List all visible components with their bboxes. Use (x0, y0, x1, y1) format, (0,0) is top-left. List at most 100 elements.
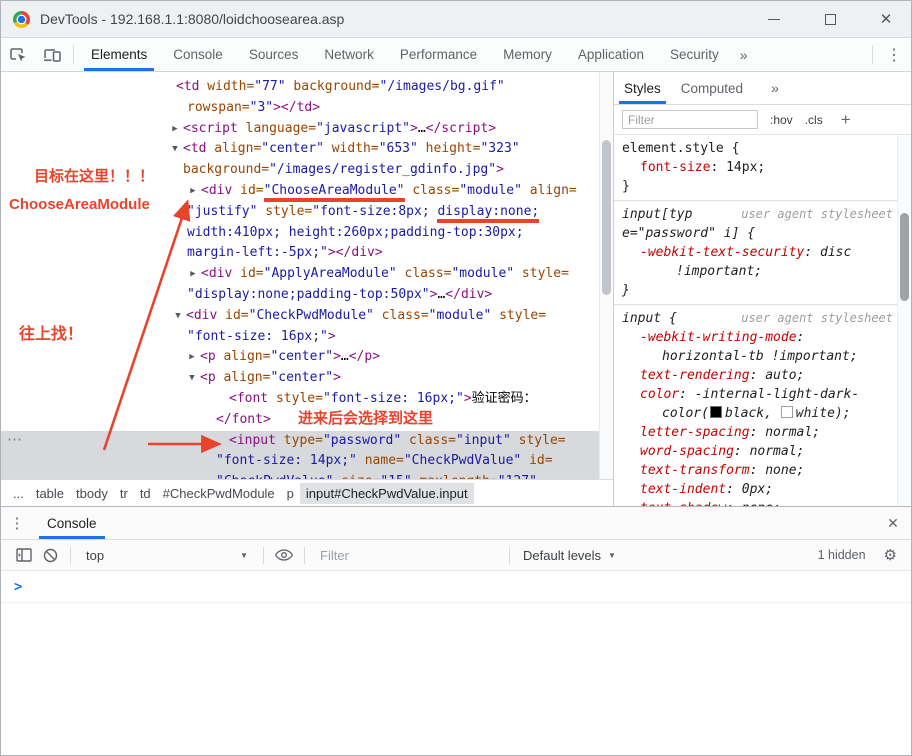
live-expression-button[interactable] (271, 549, 297, 561)
tab-application[interactable]: Application (565, 38, 657, 71)
dom-tree-line[interactable]: ▼<td align="center" width="653" height="… (1, 139, 613, 160)
dom-tree-line[interactable]: "justify" style="font-size:8px; display:… (1, 202, 613, 223)
breadcrumb-item[interactable]: td (134, 483, 157, 504)
element-classes-button[interactable]: .cls (805, 113, 823, 127)
tab-performance[interactable]: Performance (387, 38, 490, 71)
console-prompt-row[interactable]: > (1, 571, 911, 603)
style-rule-line[interactable]: font-size: 14px; (614, 158, 911, 177)
css-token: : (726, 501, 742, 506)
dom-tree-line[interactable]: ▶<script language="javascript">…</script… (1, 119, 613, 140)
tab-elements[interactable]: Elements (78, 38, 160, 71)
dom-tree-line[interactable]: <td width="77" background="/images/bg.gi… (1, 77, 613, 98)
style-rule[interactable]: element.style {font-size: 14px;} (614, 135, 911, 201)
console-sidebar-button[interactable] (11, 548, 37, 562)
tab-console[interactable]: Console (160, 38, 236, 71)
dom-tree-line[interactable]: "font-size: 14px;" name="CheckPwdValue" … (1, 451, 613, 472)
dom-tree-line[interactable]: ▶<div id="ChooseAreaModule" class="modul… (1, 181, 613, 202)
collapsed-arrow-icon[interactable]: ▶ (186, 181, 200, 202)
css-token: : (750, 368, 766, 383)
styles-scrollbar[interactable] (897, 135, 911, 506)
style-rule[interactable]: user agent stylesheetinput {-webkit-writ… (614, 305, 911, 506)
dom-tree-line[interactable]: ▼<p align="center"> (1, 368, 613, 389)
color-swatch-white-icon[interactable] (781, 406, 793, 418)
style-rule-line[interactable]: color: -internal-light-dark- (614, 385, 911, 404)
style-rule-line[interactable]: text-transform: none; (614, 461, 911, 480)
style-rule-line[interactable]: e="password" i] { (614, 224, 911, 243)
dom-tree-line[interactable]: ▼<div id="CheckPwdModule" class="module"… (1, 306, 613, 327)
dom-tree-line[interactable]: margin-left:-5px;"></div> (1, 243, 613, 264)
log-levels-selector[interactable]: Default levels ▼ (517, 548, 622, 563)
breadcrumb-item[interactable]: tr (114, 483, 134, 504)
tab-security[interactable]: Security (657, 38, 732, 71)
sidebar-more-tabs-button[interactable]: » (761, 72, 789, 104)
drawer-close-button[interactable]: ✕ (875, 507, 911, 539)
dom-tree-line[interactable]: ▶<div id="ApplyAreaModule" class="module… (1, 264, 613, 285)
dom-tree-line[interactable]: ▶<p align="center">…</p> (1, 347, 613, 368)
breadcrumb-item[interactable]: p (281, 483, 300, 504)
style-rule-line[interactable]: } (614, 177, 911, 196)
style-rule-line[interactable]: -webkit-writing-mode: (614, 328, 911, 347)
dom-tree-line[interactable]: width:410px; height:260px;padding-top:30… (1, 223, 613, 244)
styles-filter-input[interactable] (622, 110, 758, 129)
close-button[interactable]: ✕ (871, 4, 901, 34)
dom-tree-line[interactable]: "display:none;padding-top:50px">…</div> (1, 285, 613, 306)
breadcrumb-item[interactable]: ... (7, 483, 30, 504)
style-rule-line[interactable]: color(black, white); (614, 404, 911, 423)
inspect-element-button[interactable] (1, 38, 35, 71)
collapsed-arrow-icon[interactable]: ▶ (185, 347, 199, 368)
style-rule[interactable]: user agent stylesheetinput[type="passwor… (614, 201, 911, 305)
breadcrumb-item[interactable]: #CheckPwdModule (157, 483, 281, 504)
expanded-arrow-icon[interactable]: ▼ (171, 306, 185, 327)
elements-scrollbar[interactable] (599, 72, 613, 479)
style-rule-line[interactable]: text-indent: 0px; (614, 480, 911, 499)
dom-tree-line[interactable]: "font-size: 16px;"> (1, 327, 613, 348)
selected-node-more-icon[interactable]: ⋯ (7, 430, 22, 451)
style-rule-line[interactable]: element.style { (614, 139, 911, 158)
more-tabs-button[interactable]: » (732, 38, 756, 71)
style-rule-line[interactable]: text-rendering: auto; (614, 366, 911, 385)
expanded-arrow-icon[interactable]: ▼ (168, 139, 182, 160)
style-rule-line[interactable]: -webkit-text-security: disc (614, 243, 911, 262)
breadcrumb-item[interactable]: tbody (70, 483, 114, 504)
tab-network[interactable]: Network (311, 38, 387, 71)
tab-styles[interactable]: Styles (614, 72, 671, 104)
style-rule-line[interactable]: letter-spacing: normal; (614, 423, 911, 442)
dom-tree-line[interactable]: background="/images/register_gdinfo.jpg"… (1, 160, 613, 181)
style-rule-line[interactable]: word-spacing: normal; (614, 442, 911, 461)
style-rule-line[interactable]: user agent stylesheetinput { (614, 309, 911, 328)
tab-memory[interactable]: Memory (490, 38, 565, 71)
tab-sources[interactable]: Sources (236, 38, 312, 71)
dom-tree-line[interactable]: <input type="password" class="input" sty… (1, 431, 613, 452)
collapsed-arrow-icon[interactable]: ▶ (168, 119, 182, 140)
style-rule-line[interactable]: user agent stylesheetinput[typ (614, 205, 911, 224)
tab-computed[interactable]: Computed (671, 72, 753, 104)
console-output[interactable]: > (1, 571, 911, 755)
maximize-button[interactable] (815, 4, 845, 34)
dom-tree-line[interactable]: "CheckPwdValue" size="15" maxlength="127… (1, 472, 613, 479)
style-rule-line[interactable]: text-shadow: none; (614, 499, 911, 506)
breadcrumb-item[interactable]: table (30, 483, 70, 504)
style-rule-line[interactable]: horizontal-tb !important; (614, 347, 911, 366)
dom-tree-line[interactable]: <font style="font-size: 16px;">验证密码： (1, 389, 613, 410)
expanded-arrow-icon[interactable]: ▼ (185, 368, 199, 389)
scrollbar-thumb[interactable] (602, 140, 611, 295)
style-rule-line[interactable]: } (614, 281, 911, 300)
collapsed-arrow-icon[interactable]: ▶ (186, 264, 200, 285)
color-swatch-black-icon[interactable] (710, 406, 722, 418)
style-rule-line[interactable]: !important; (614, 262, 911, 281)
minimize-button[interactable] (759, 4, 789, 34)
device-toolbar-button[interactable] (35, 38, 69, 71)
breadcrumb-item[interactable]: input#CheckPwdValue.input (300, 483, 474, 504)
console-settings-button[interactable]: ⚙ (884, 546, 897, 564)
dom-tree-line[interactable]: rowspan="3"></td> (1, 98, 613, 119)
scrollbar-thumb[interactable] (900, 213, 909, 301)
new-style-rule-button[interactable]: + (841, 110, 851, 130)
devtools-menu-button[interactable]: ⋮ (877, 38, 911, 71)
dom-tree-line[interactable]: </font> (1, 410, 613, 431)
javascript-context-selector[interactable]: top ▼ (78, 548, 256, 563)
drawer-menu-button[interactable]: ⋮ (1, 507, 33, 539)
toggle-element-state-button[interactable]: :hov (770, 113, 793, 127)
tab-console-drawer[interactable]: Console (33, 507, 111, 539)
clear-console-button[interactable] (37, 548, 63, 563)
console-filter-input[interactable] (318, 547, 502, 564)
